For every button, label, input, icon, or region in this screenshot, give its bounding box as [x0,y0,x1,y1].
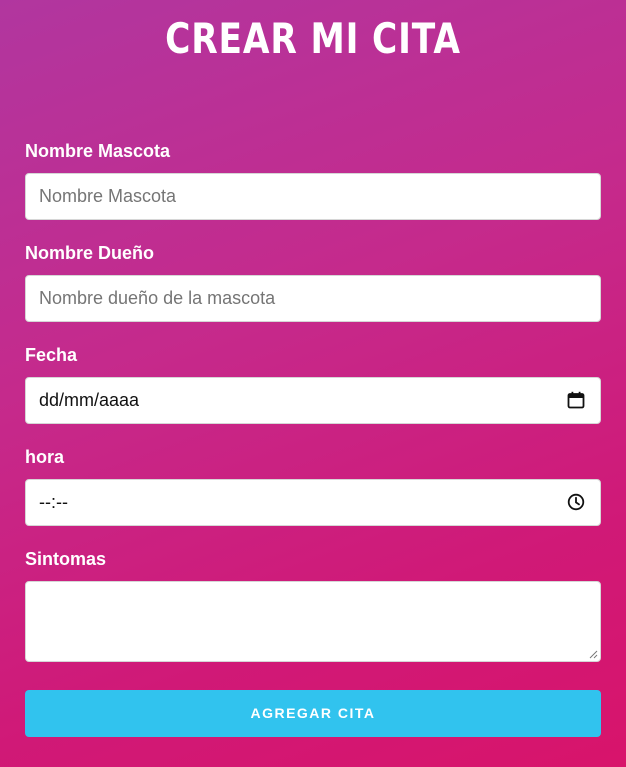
owner-name-placeholder: Nombre dueño de la mascota [39,288,276,308]
symptoms-textarea[interactable] [25,581,601,662]
time-label: hora [25,447,65,467]
page-title: CREAR MI CITA [165,14,461,63]
owner-name-input[interactable]: Nombre dueño de la mascota [25,275,601,322]
owner-name-label: Nombre Dueño [25,243,155,263]
resize-handle-icon[interactable] [588,649,598,659]
add-appointment-button[interactable]: AGREGAR CITA [25,690,601,737]
date-value: dd/mm/aaaa [39,390,140,410]
date-input[interactable]: dd/mm/aaaa [25,377,601,424]
time-value: --:-- [39,492,68,512]
appointment-form: Nombre Mascota Nombre Mascota Nombre Due… [25,140,601,737]
date-label: Fecha [25,345,78,365]
pet-name-input[interactable]: Nombre Mascota [25,173,601,220]
calendar-icon[interactable] [567,391,585,409]
pet-name-placeholder: Nombre Mascota [39,186,177,206]
clock-icon[interactable] [567,493,585,511]
pet-name-label: Nombre Mascota [25,141,171,161]
symptoms-label: Sintomas [25,549,107,569]
time-input[interactable]: --:-- [25,479,601,526]
